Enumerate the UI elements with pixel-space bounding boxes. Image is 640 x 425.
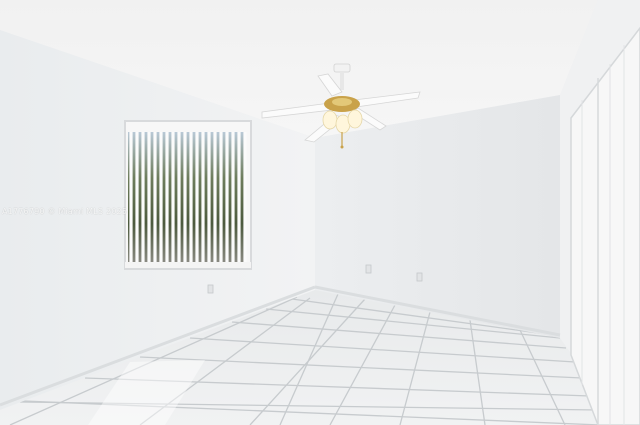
room-photo: A1776790 © Miami MLS 2025 — [0, 0, 640, 425]
outlet-icon — [365, 264, 372, 274]
outlet-icon — [207, 284, 214, 294]
window — [124, 120, 252, 270]
listing-watermark: A1776790 © Miami MLS 2025 — [2, 207, 128, 216]
outlet-icon — [416, 272, 423, 282]
